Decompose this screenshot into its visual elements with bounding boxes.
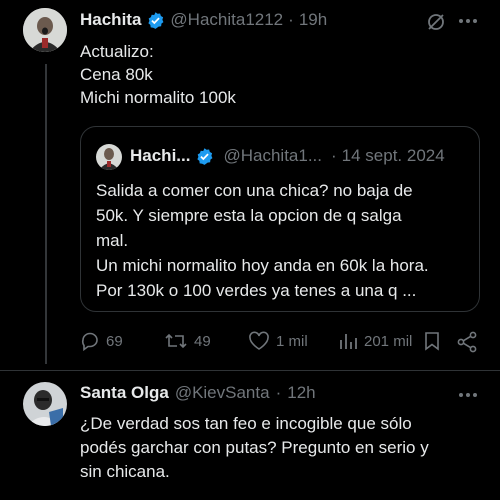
quoted-line: Salida a comer con una chica? no baja de	[96, 181, 413, 200]
reply-header-separator: ·	[275, 383, 282, 402]
share-icon[interactable]	[456, 331, 478, 353]
views-chart-icon	[338, 331, 358, 351]
tweet-text: Actualizo: Cena 80k Michi normalito 100k	[80, 40, 236, 109]
tweet-header: Hachita @Hachita1212 · 19h	[80, 10, 327, 30]
quoted-line: mal.	[96, 231, 129, 250]
tweet-line: Cena 80k	[80, 65, 153, 84]
like-button[interactable]: 1 mil	[248, 331, 308, 351]
quoted-author-avatar	[96, 144, 122, 170]
reply-line: ¿De verdad sos tan feo e incogible que s…	[80, 414, 412, 433]
tweet-divider	[0, 370, 500, 371]
grok-icon[interactable]	[426, 12, 446, 32]
reply-timestamp[interactable]: 12h	[287, 383, 315, 403]
retweet-button[interactable]: 49	[164, 331, 211, 351]
tweet-timestamp[interactable]: 19h	[299, 10, 327, 30]
quoted-author-handle: @Hachita1...	[223, 146, 322, 165]
quoted-header-separator: ·	[331, 146, 337, 165]
verified-badge-icon	[146, 11, 165, 30]
reply-line: sin chicana.	[80, 462, 170, 481]
verified-badge-icon	[195, 147, 214, 166]
reply-author-handle[interactable]: @KievSanta	[175, 383, 270, 403]
quoted-tweet-text: Salida a comer con una chica? no baja de…	[96, 178, 429, 303]
like-count: 1 mil	[276, 332, 308, 350]
reply-button[interactable]: 69	[80, 331, 123, 351]
reply-author-name[interactable]: Santa Olga	[80, 383, 169, 403]
reply-more-options-icon[interactable]	[458, 392, 478, 398]
quoted-author-name: Hachi...	[130, 146, 191, 165]
reply-line: podés garchar con putas? Pregunto en ser…	[80, 438, 429, 457]
reply-text: ¿De verdad sos tan feo e incogible que s…	[80, 412, 429, 484]
bookmark-icon[interactable]	[423, 331, 441, 351]
thread-connector-line	[45, 64, 47, 364]
reply-header: Santa Olga @KievSanta · 12h	[80, 383, 316, 403]
reply-count: 69	[106, 332, 123, 350]
more-options-icon[interactable]	[458, 18, 478, 24]
author-name[interactable]: Hachita	[80, 10, 141, 30]
author-avatar[interactable]	[23, 8, 67, 52]
quoted-tweet-date: 14 sept. 2024	[341, 146, 445, 165]
author-handle[interactable]: @Hachita1212	[170, 10, 283, 30]
views-count: 201 mil	[364, 332, 413, 350]
tweet-line: Actualizo:	[80, 42, 154, 61]
heart-icon	[248, 331, 270, 351]
reply-author-avatar[interactable]	[23, 382, 67, 426]
quoted-line: 50k. Y siempre esta la opcion de q salga	[96, 206, 402, 225]
retweet-icon	[164, 331, 188, 351]
quoted-line: Un michi normalito hoy anda en 60k la ho…	[96, 256, 429, 275]
quoted-line: Por 130k o 100 verdes ya tenes a una q .…	[96, 281, 417, 300]
tweet-line: Michi normalito 100k	[80, 88, 236, 107]
header-separator: ·	[288, 10, 294, 29]
quoted-tweet-header: Hachi... @Hachita1... · 14 sept. 2024	[130, 146, 445, 166]
views-button[interactable]: 201 mil	[338, 331, 412, 351]
reply-icon	[80, 331, 100, 351]
retweet-count: 49	[194, 332, 211, 350]
